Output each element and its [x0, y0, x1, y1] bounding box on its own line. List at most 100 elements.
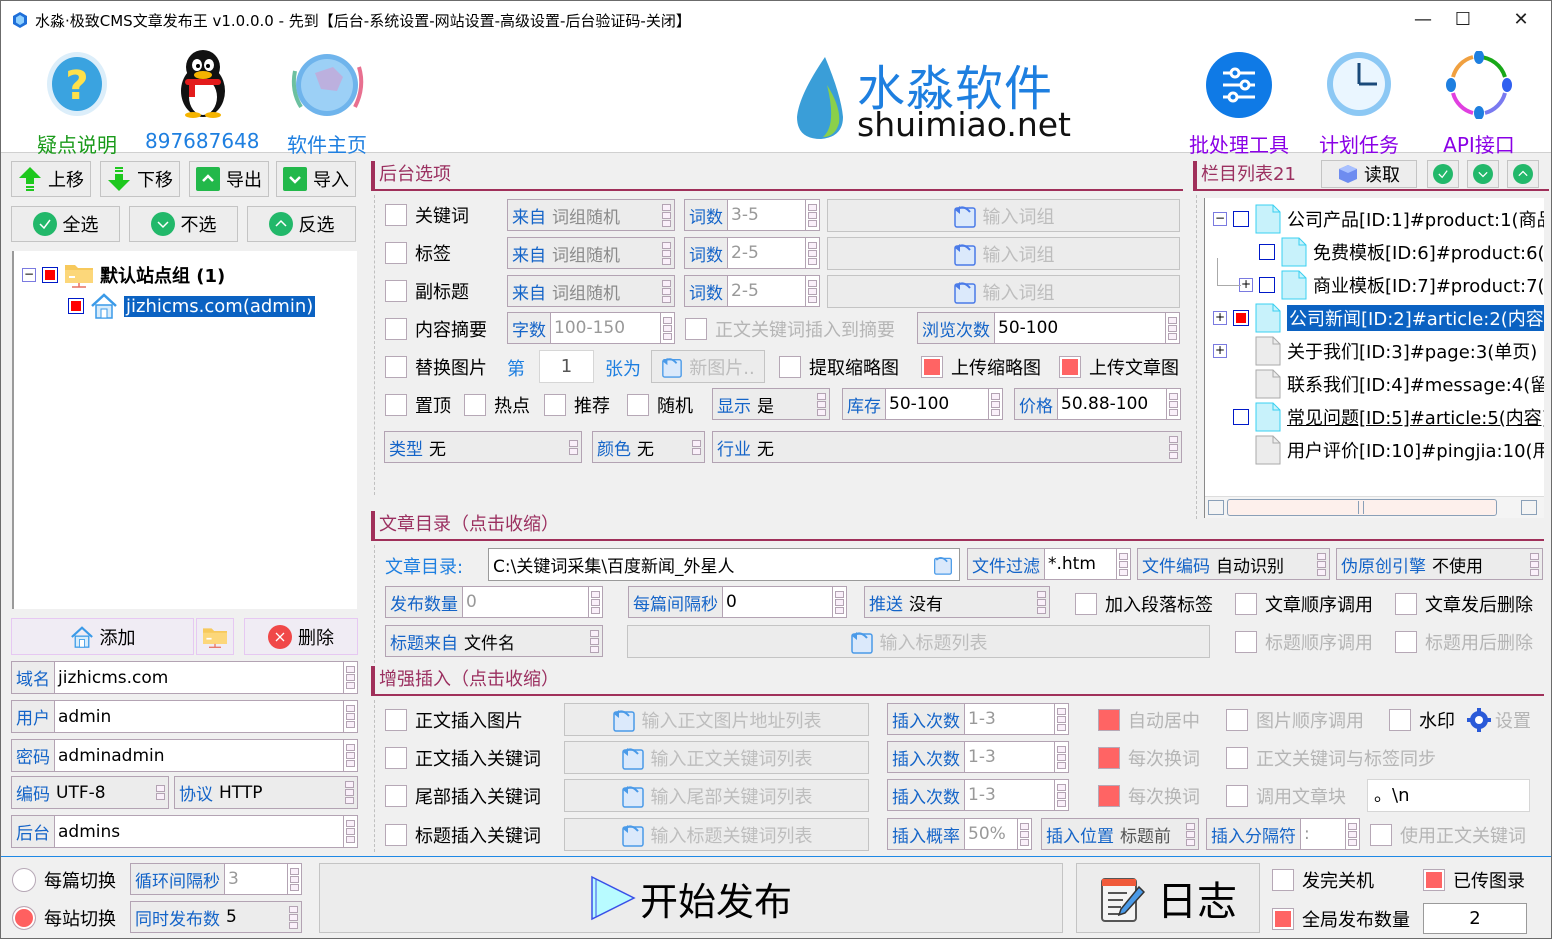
- protocol-select[interactable]: 协议 HTTP: [174, 776, 358, 809]
- watermark-checkbox[interactable]: 水印: [1389, 707, 1455, 733]
- file-encoding-select[interactable]: 文件编码 自动识别: [1137, 548, 1330, 580]
- views-spinner[interactable]: [1165, 313, 1179, 343]
- tail-keyword-count-field[interactable]: 插入次数 1-3: [887, 779, 1069, 811]
- order-call-checkbox[interactable]: 文章顺序调用: [1235, 591, 1373, 617]
- insert-separator-spinner[interactable]: [1345, 819, 1359, 849]
- add-site-button[interactable]: 添加: [11, 618, 194, 655]
- column-tree-item[interactable]: + 关于我们[ID:3]#page:3(单页): [1213, 336, 1537, 366]
- word-count-spinner[interactable]: [660, 313, 674, 343]
- count-spinner[interactable]: [805, 276, 819, 306]
- tree-group-node[interactable]: − 默认站点组 (1): [22, 261, 225, 289]
- password-input[interactable]: adminadmin: [54, 740, 343, 771]
- backend-spinner[interactable]: [343, 816, 357, 847]
- price-spinner[interactable]: [1166, 389, 1180, 419]
- backend-input[interactable]: admins: [54, 816, 343, 847]
- color-spinner[interactable]: [690, 432, 704, 462]
- protocol-spinner[interactable]: [343, 777, 357, 808]
- image-order-checkbox[interactable]: 图片顺序调用: [1226, 707, 1364, 733]
- publish-count-spinner[interactable]: [588, 587, 602, 617]
- qq-button[interactable]: 897687648: [145, 45, 260, 155]
- collapse-icon[interactable]: −: [22, 268, 36, 282]
- encoding-select[interactable]: 编码 UTF-8: [11, 776, 169, 809]
- loop-interval-input[interactable]: 3: [224, 864, 287, 894]
- maximize-button[interactable]: ☐: [1443, 7, 1483, 33]
- column-checkbox[interactable]: [1233, 211, 1249, 227]
- display-spinner[interactable]: [815, 389, 829, 419]
- kw-to-summary-checkbox[interactable]: 正文关键词插入到摘要: [685, 316, 895, 342]
- color-select[interactable]: 颜色无: [592, 431, 705, 463]
- keyword-source-select[interactable]: 来自 词组随机: [507, 199, 675, 231]
- count-spinner[interactable]: [805, 238, 819, 268]
- input-title-list-button[interactable]: 输入标题列表: [627, 625, 1210, 658]
- column-tree-item[interactable]: 免费模板[ID:6]#product:6(商: [1239, 237, 1544, 267]
- subtitle-checkbox[interactable]: 副标题: [385, 278, 469, 304]
- body-image-checkbox[interactable]: 正文插入图片: [385, 707, 523, 733]
- stock-input[interactable]: 50-100: [885, 389, 988, 419]
- expand-icon[interactable]: +: [1213, 344, 1227, 358]
- publish-count-input[interactable]: 0: [462, 587, 588, 617]
- tail-keyword-list-button[interactable]: 输入尾部关键词列表: [564, 779, 869, 812]
- tag-source-select[interactable]: 来自 词组随机: [507, 237, 675, 269]
- group-checkbox[interactable]: [42, 267, 58, 283]
- push-select[interactable]: 推送 没有: [864, 586, 1050, 618]
- subtitle-input-group-button[interactable]: 输入词组: [827, 275, 1180, 308]
- title-delete-after-checkbox[interactable]: 标题用后删除: [1395, 629, 1533, 655]
- domain-input[interactable]: jizhicms.com: [54, 662, 343, 693]
- column-tree[interactable]: − 公司产品[ID:1]#product:1(商品 免费模板[ID:6]#produ…: [1204, 198, 1544, 518]
- batch-tool-button[interactable]: 批处理工具: [1187, 45, 1291, 157]
- help-button[interactable]: ? 疑点说明: [31, 45, 123, 157]
- expand-icon[interactable]: +: [1239, 278, 1253, 292]
- invert-selection-button[interactable]: 反选: [247, 206, 356, 242]
- price-input[interactable]: 50.88-100: [1057, 389, 1166, 419]
- tree-site-node[interactable]: jizhicms.com(admin): [68, 293, 316, 319]
- uploaded-dir-checkbox[interactable]: 已传图录: [1423, 867, 1525, 893]
- article-dir-input[interactable]: C:\关键词采集\百度新闻_外星人: [488, 548, 960, 581]
- price-field[interactable]: 价格 50.88-100: [1014, 388, 1181, 420]
- type-select[interactable]: 类型无: [384, 431, 582, 463]
- insert-separator-field[interactable]: 插入分隔符:: [1206, 818, 1360, 850]
- extract-thumb-checkbox[interactable]: 提取缩略图: [779, 354, 899, 380]
- column-checkbox[interactable]: [1233, 409, 1249, 425]
- publish-count-field[interactable]: 发布数量 0: [385, 586, 603, 618]
- recommend-checkbox[interactable]: 推荐: [544, 392, 610, 418]
- start-publish-button[interactable]: 开始发布: [319, 863, 1063, 933]
- pseudo-engine-spinner[interactable]: [1528, 549, 1542, 579]
- api-button[interactable]: API接口: [1431, 45, 1527, 157]
- insert-probability-spinner[interactable]: [1017, 819, 1031, 849]
- file-filter-input[interactable]: *.htm: [1044, 549, 1116, 579]
- user-input[interactable]: admin: [54, 701, 343, 732]
- industry-select[interactable]: 行业无: [712, 431, 1182, 463]
- password-field[interactable]: 密码 adminadmin: [11, 739, 358, 772]
- file-filter-spinner[interactable]: [1116, 549, 1130, 579]
- columns-select-all-button[interactable]: [1427, 160, 1459, 188]
- use-body-keyword-checkbox[interactable]: 使用正文关键词: [1370, 822, 1526, 848]
- push-spinner[interactable]: [1035, 587, 1049, 617]
- pseudo-engine-select[interactable]: 伪原创引擎 不使用: [1336, 548, 1543, 580]
- type-spinner[interactable]: [567, 432, 581, 462]
- read-columns-button[interactable]: 读取: [1321, 160, 1417, 188]
- count-input[interactable]: 2-5: [727, 238, 805, 268]
- title-keyword-list-button[interactable]: 输入标题关键词列表: [564, 818, 869, 851]
- tag-input-group-button[interactable]: 输入词组: [827, 237, 1180, 270]
- backend-field[interactable]: 后台 admins: [11, 815, 358, 848]
- title-order-checkbox[interactable]: 标题顺序调用: [1235, 629, 1373, 655]
- top-checkbox[interactable]: 置顶: [385, 392, 451, 418]
- enhanced-insert-header[interactable]: 增强插入（点击收缩）: [371, 666, 1544, 696]
- subtitle-source-select[interactable]: 来自 词组随机: [507, 275, 675, 307]
- body-keyword-checkbox[interactable]: 正文插入关键词: [385, 745, 541, 771]
- encoding-spinner[interactable]: [154, 777, 168, 808]
- body-image-count-field[interactable]: 插入次数 1-3: [887, 703, 1069, 735]
- import-button[interactable]: 导入: [276, 161, 356, 197]
- columns-invert-button[interactable]: [1507, 160, 1539, 188]
- insert-count-spinner[interactable]: [1054, 704, 1068, 734]
- close-button[interactable]: ✕: [1501, 7, 1541, 33]
- column-tree-item[interactable]: + 公司新闻[ID:2]#article:2(内容): [1213, 303, 1544, 333]
- summary-checkbox[interactable]: 内容摘要: [385, 316, 487, 342]
- concurrent-select[interactable]: 同时发布数 5: [130, 901, 302, 933]
- display-select[interactable]: 显示是: [712, 388, 830, 420]
- tag-count-field[interactable]: 词数 2-5: [684, 237, 820, 269]
- move-up-button[interactable]: 上移: [11, 161, 91, 197]
- tag-checkbox[interactable]: 标签: [385, 240, 451, 266]
- user-spinner[interactable]: [343, 701, 357, 732]
- column-tree-item[interactable]: + 商业模板[ID:7]#product:7(商: [1239, 270, 1544, 300]
